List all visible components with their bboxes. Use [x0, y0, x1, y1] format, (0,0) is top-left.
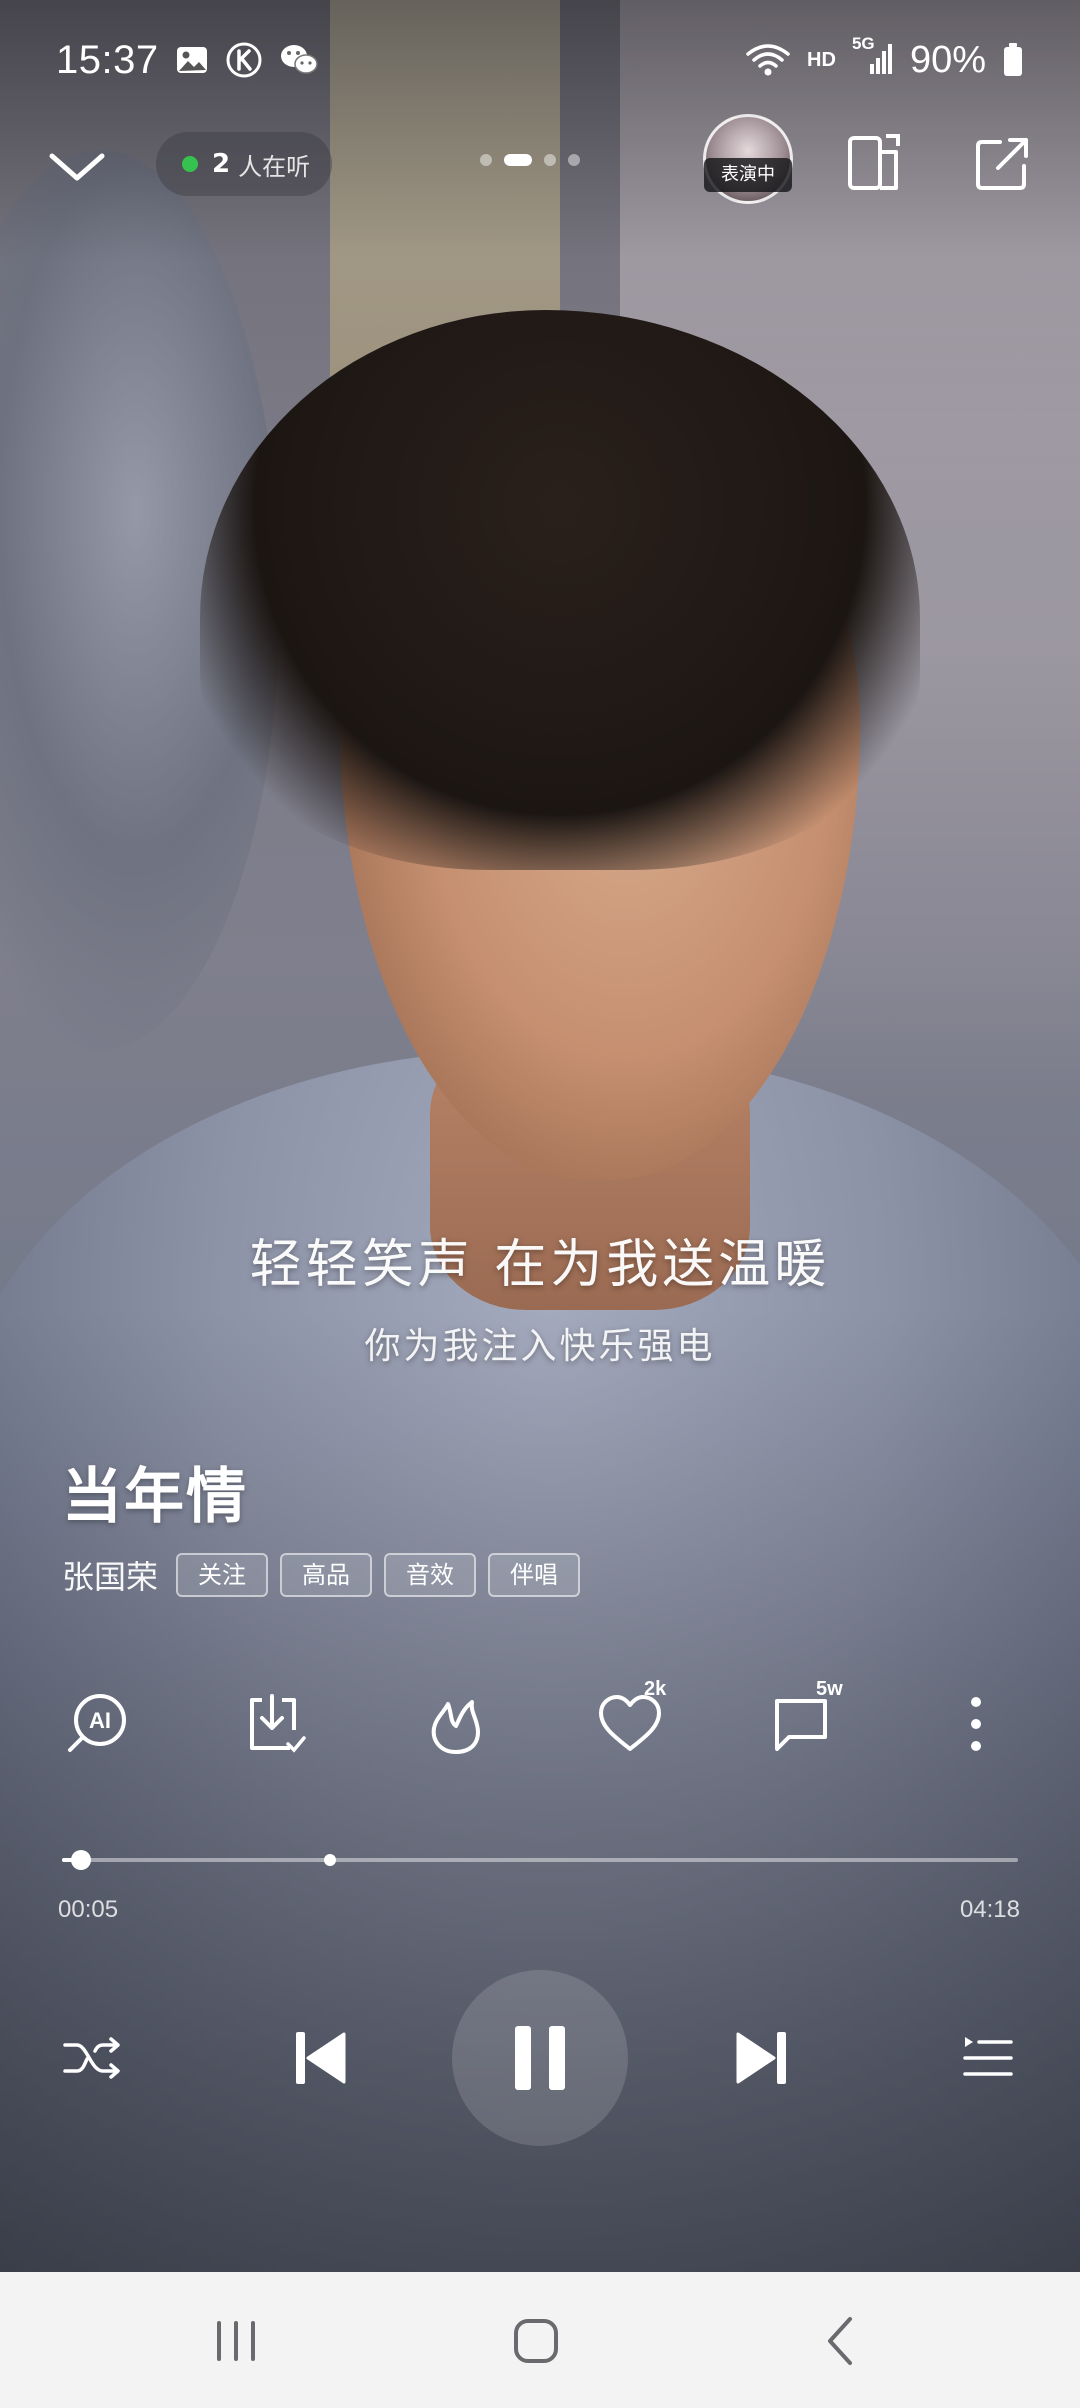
battery-icon	[1002, 42, 1024, 78]
recent-apps-icon	[217, 2321, 255, 2361]
home-button[interactable]	[496, 2306, 576, 2376]
ai-button[interactable]: AI	[56, 1684, 136, 1764]
status-right: HD 5G 90%	[745, 34, 1024, 82]
progress-marker	[323, 1854, 336, 1866]
like-button[interactable]: 2k	[590, 1678, 670, 1764]
performing-label: 表演中	[704, 158, 792, 192]
home-icon	[514, 2319, 558, 2363]
status-left: 15:37	[56, 38, 319, 83]
status-bar: 15:37 HD 5G 90%	[0, 0, 1080, 120]
share-icon	[976, 138, 1028, 190]
pause-button[interactable]	[452, 1970, 628, 2146]
download-icon	[250, 1694, 306, 1753]
collapse-button[interactable]	[46, 138, 108, 194]
total-time: 04:18	[959, 1896, 1020, 1923]
progress-bar[interactable]	[62, 1850, 1018, 1870]
more-vertical-icon	[971, 1697, 981, 1751]
device-cast-icon	[848, 134, 900, 190]
playlist-button[interactable]	[948, 2018, 1028, 2098]
system-nav-bar	[0, 2272, 1080, 2408]
current-time: 00:05	[58, 1896, 119, 1923]
artist-name[interactable]: 张国荣	[62, 1552, 158, 1598]
shuffle-icon	[63, 2037, 120, 2079]
battery-level: 90%	[909, 38, 986, 81]
next-button[interactable]	[722, 2018, 802, 2098]
download-button[interactable]	[236, 1684, 316, 1764]
ai-icon: AI	[68, 1694, 126, 1752]
shuffle-button[interactable]	[52, 2018, 132, 2098]
more-button[interactable]	[936, 1684, 1016, 1764]
listeners-pill[interactable]: 2 人在听	[156, 132, 332, 196]
page-indicator	[480, 154, 580, 166]
follow-tag[interactable]: 关注	[176, 1553, 269, 1597]
fire-boost-button[interactable]	[416, 1684, 496, 1764]
artist-row: 张国荣 关注 高品 音效 伴唱	[62, 1552, 581, 1598]
flame-icon	[431, 1700, 480, 1754]
ai-label: AI	[89, 1708, 111, 1733]
signal-icon: 5G	[852, 34, 894, 78]
sound-effect-tag[interactable]: 音效	[384, 1553, 477, 1597]
page-dot[interactable]	[568, 154, 580, 166]
network-type: HD	[807, 48, 836, 71]
page-dot[interactable]	[480, 154, 492, 166]
recent-apps-button[interactable]	[196, 2306, 276, 2376]
player-screen: 15:37 HD 5G 90% 2 人在听 表演中 轻轻笑声 在为我送温暖 你为…	[0, 0, 1080, 2408]
high-quality-tag[interactable]: 高品	[280, 1553, 373, 1597]
page-dot-active[interactable]	[504, 154, 532, 166]
skip-previous-icon	[296, 2032, 346, 2084]
player-top-nav: 2 人在听 表演中	[0, 114, 1080, 210]
skip-next-icon	[736, 2032, 786, 2084]
song-title: 当年情	[62, 1462, 248, 1532]
wechat-icon	[279, 42, 319, 78]
lyrics-area[interactable]: 轻轻笑声 在为我送温暖 你为我注入快乐强电	[0, 1222, 1080, 1369]
pause-icon	[515, 2026, 565, 2090]
playlist-icon	[963, 2037, 1013, 2076]
progress-thumb[interactable]	[71, 1850, 92, 1870]
chevron-down-icon	[49, 153, 105, 181]
back-button[interactable]	[800, 2306, 880, 2376]
share-button[interactable]	[974, 136, 1030, 192]
listeners-label: 人在听	[238, 152, 311, 181]
performing-button[interactable]: 表演中	[700, 114, 796, 210]
comment-button[interactable]: 5w	[762, 1678, 843, 1764]
k-app-icon	[225, 41, 263, 79]
listeners-count: 2	[212, 149, 231, 179]
back-icon	[828, 2317, 852, 2365]
signal-label: 5G	[851, 34, 875, 53]
lyric-current-line: 轻轻笑声 在为我送温暖	[249, 1235, 831, 1295]
page-dot[interactable]	[544, 154, 556, 166]
gallery-icon	[175, 43, 209, 77]
playback-controls	[0, 1970, 1080, 2146]
lyric-next-line: 你为我注入快乐强电	[364, 1326, 716, 1367]
progress-track	[62, 1858, 1018, 1862]
wifi-icon	[745, 42, 791, 78]
device-cast-button[interactable]	[846, 132, 904, 194]
comments-count: 5w	[816, 1678, 843, 1700]
action-row: AI 2k 5w	[0, 1678, 1080, 1764]
sing-along-tag[interactable]: 伴唱	[488, 1553, 581, 1597]
status-time: 15:37	[56, 37, 159, 82]
listening-status-dot	[182, 156, 198, 172]
previous-button[interactable]	[280, 2018, 360, 2098]
likes-count: 2k	[644, 1678, 667, 1700]
